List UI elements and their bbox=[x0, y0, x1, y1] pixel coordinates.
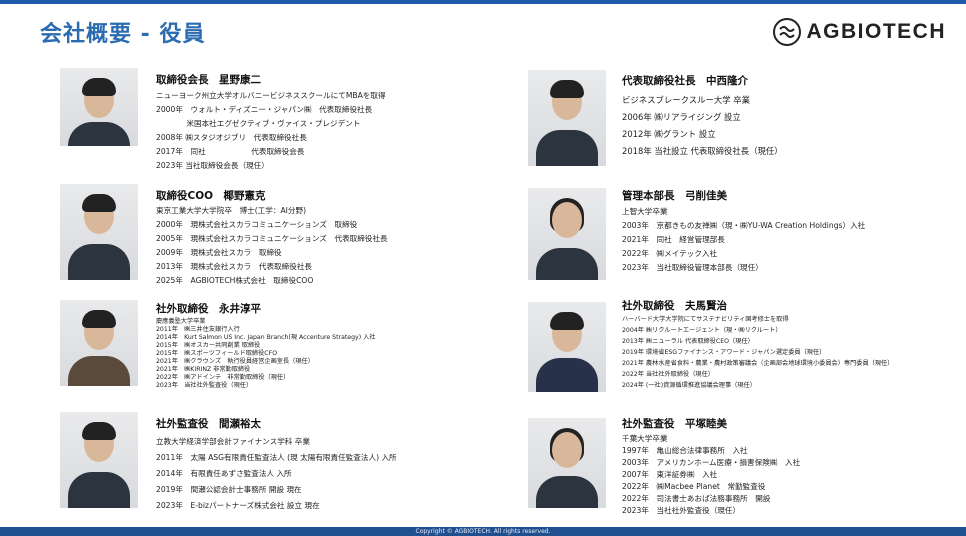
bio-line: 2009年 現株式会社スカラ 取締役 bbox=[156, 248, 282, 257]
portrait-photo bbox=[60, 300, 138, 386]
person-name-title: 管理本部長 弓削佳美 bbox=[622, 190, 727, 202]
bio-line: ハーバード大学大学院にてサステナビリティ国考修士を取得 bbox=[622, 316, 789, 323]
bio-line: 2014年 有限責任あずさ監査法人 入所 bbox=[156, 469, 292, 478]
person-name-title: 取締役会長 星野康二 bbox=[156, 74, 261, 86]
bio-line: 上智大学卒業 bbox=[622, 207, 668, 216]
bio-line: 2003年 アメリカンホーム医療・損害保険㈱ 入社 bbox=[622, 458, 801, 467]
bio-line: 2007年 東洋証券㈱ 入社 bbox=[622, 470, 718, 479]
bio-line: 東京工業大学大学院卒 博士(工学：AI分野) bbox=[156, 206, 307, 215]
bio-line: 2013年 ㈱ニューラル 代表取締役CEO（現任） bbox=[622, 338, 754, 345]
bio-line: 2000年 現株式会社スカラコミュニケーションズ 取締役 bbox=[156, 220, 358, 229]
bio-line: 2025年 AGBIOTECH株式会社 取締役COO bbox=[156, 276, 314, 285]
person-name-title: 社外取締役 永井淳平 bbox=[156, 303, 261, 315]
bio-line: 2023年 当社取締役管理本部長（現任） bbox=[622, 263, 763, 272]
top-accent-bar bbox=[0, 0, 966, 4]
bio-line: 米国本社エグゼクティブ・ヴァイス・プレジデント bbox=[156, 119, 361, 128]
portrait-photo bbox=[528, 418, 606, 508]
bio-line: ニューヨーク州立大学オルバニービジネススクールにてMBAを取得 bbox=[156, 91, 386, 100]
bio-line: 千葉大学卒業 bbox=[622, 434, 668, 443]
portrait-photo bbox=[60, 412, 138, 508]
person-name-title: 代表取締役社長 中西隆介 bbox=[622, 75, 748, 87]
bio-line: ビジネスブレークスルー大学 卒業 bbox=[622, 95, 751, 105]
person-name-title: 社外監査役 平塚睦美 bbox=[622, 418, 727, 430]
page-title: 会社概要 - 役員 bbox=[40, 22, 206, 47]
bio-line: 2017年 同社 代表取締役会長 bbox=[156, 147, 305, 156]
brand-name: AGBIOTECH bbox=[806, 20, 946, 43]
bio-line: 2013年 現株式会社スカラ 代表取締役社長 bbox=[156, 262, 313, 271]
bio-line: 2023年 当社社外監査役（現任） bbox=[156, 382, 253, 389]
bio-line: 2019年 間瀬公認会計士事務所 開設 現在 bbox=[156, 485, 302, 494]
bio-line: 2024年 (一社)資源循環推進協議会理事（現任） bbox=[622, 382, 756, 389]
portrait-photo bbox=[60, 184, 138, 280]
bio-line: 2006年 ㈱リアライジング 設立 bbox=[622, 112, 741, 122]
bio-line: 2019年 環境省ESGファイナンス・アワード・ジャパン選定委員（現任） bbox=[622, 349, 826, 356]
copyright-footer: Copyright © AGBIOTECH. All rights reserv… bbox=[0, 527, 966, 536]
bio-line: 2005年 現株式会社スカラコミュニケーションズ 代表取締役社長 bbox=[156, 234, 388, 243]
portrait-photo bbox=[60, 68, 138, 146]
portrait-photo bbox=[528, 70, 606, 166]
bio-line: 2004年 ㈱リクルートエージェント（現・㈱リクルート） bbox=[622, 327, 782, 334]
person-name-title: 取締役COO 椰野憲克 bbox=[156, 190, 266, 202]
bio-line: 2022年 当社社外取締役（現任） bbox=[622, 371, 714, 378]
bio-line: 1997年 亀山総合法律事務所 入社 bbox=[622, 446, 748, 455]
person-name-title: 社外監査役 間瀬裕太 bbox=[156, 418, 261, 430]
bio-line: 2003年 京都きもの友禅㈱（現・㈱YU-WA Creation Holding… bbox=[622, 221, 866, 230]
bio-line: 2011年 太陽 ASG有限責任監査法人 (現 太陽有限責任監査法人) 入所 bbox=[156, 453, 397, 462]
bio-line: 2000年 ウォルト・ディズニー・ジャパン㈱ 代表取締役社長 bbox=[156, 105, 373, 114]
bio-line: 立教大学経済学部会計ファイナンス学科 卒業 bbox=[156, 437, 310, 446]
bio-line: 2018年 当社設立 代表取締役社長（現任） bbox=[622, 146, 783, 156]
bio-line: 2022年 ㈱Macbee Planet 常勤監査役 bbox=[622, 482, 766, 491]
brand-logo: AGBIOTECH bbox=[772, 18, 947, 46]
bio-line: 2021年 農林水産省食料・農業・農村政策審議会（企画部会地球環境小委員会）専門… bbox=[622, 360, 894, 367]
person-name-title: 社外取締役 夫馬賢治 bbox=[622, 300, 727, 312]
portrait-photo bbox=[528, 188, 606, 280]
bio-line: 2021年 同社 経営管理部長 bbox=[622, 235, 725, 244]
bio-line: 2022年 司法書士あおば法務事務所 開設 bbox=[622, 494, 771, 503]
bio-line: 2023年 当社社外監査役（現任） bbox=[622, 506, 741, 515]
bio-line: 2023年 E-bizパートナーズ株式会社 設立 現在 bbox=[156, 501, 320, 510]
bio-line: 2012年 ㈱グラント 設立 bbox=[622, 129, 716, 139]
portrait-photo bbox=[528, 302, 606, 392]
bio-line: 2022年 ㈱メイテック入社 bbox=[622, 249, 718, 258]
bio-line: 2008年 ㈱スタジオジブリ 代表取締役社長 bbox=[156, 133, 307, 142]
bio-line: 2023年 当社取締役会長（現任） bbox=[156, 161, 269, 170]
agbiotech-logo-icon bbox=[772, 18, 801, 46]
